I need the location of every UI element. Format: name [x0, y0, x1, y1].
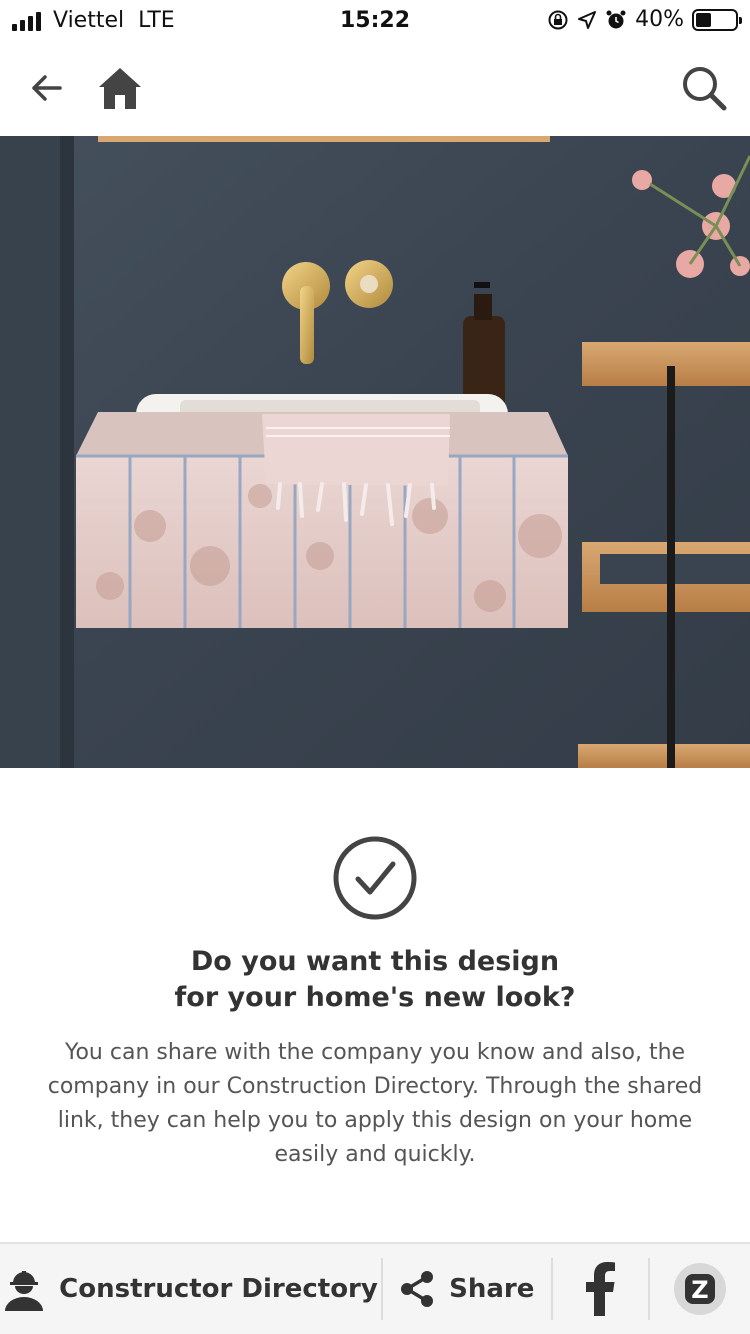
- battery-percent: 40%: [635, 7, 684, 32]
- battery-icon: [692, 8, 742, 31]
- facebook-icon: [586, 1262, 616, 1316]
- facebook-share-button[interactable]: [553, 1244, 649, 1334]
- search-button[interactable]: [676, 60, 732, 116]
- worker-icon: [5, 1271, 44, 1311]
- constructor-directory-label: Constructor Directory: [59, 1274, 378, 1304]
- design-prompt-section: Do you want this design for your home's …: [0, 768, 750, 1242]
- back-arrow-icon: [32, 75, 62, 101]
- share-label: Share: [449, 1274, 535, 1304]
- orientation-lock-icon: [548, 10, 568, 29]
- constructor-directory-button[interactable]: Constructor Directory: [0, 1244, 381, 1334]
- prompt-title-line-1: Do you want this design: [190, 946, 560, 977]
- share-icon: [401, 1271, 434, 1307]
- bathroom-sink-illustration: [0, 136, 750, 768]
- zalo-icon: Z: [674, 1263, 727, 1315]
- alarm-icon: [606, 10, 626, 28]
- status-right: 40%: [547, 7, 742, 32]
- status-bar: Viettel LTE 15:22 40%: [0, 0, 750, 40]
- home-button[interactable]: [92, 60, 148, 116]
- prompt-title: Do you want this design for your home's …: [100, 944, 650, 1016]
- prompt-description: You can share with the company you know …: [47, 1040, 703, 1167]
- back-button[interactable]: [18, 60, 74, 116]
- zalo-share-button[interactable]: Z: [650, 1244, 750, 1334]
- location-icon: [578, 10, 597, 29]
- zalo-letter: Z: [691, 1276, 708, 1304]
- search-icon: [683, 67, 727, 111]
- prompt-title-line-2: for your home's new look?: [174, 982, 576, 1013]
- home-icon: [99, 68, 141, 109]
- navigation-bar: [0, 40, 750, 136]
- design-photo: [0, 136, 750, 768]
- bottom-toolbar: Constructor Directory Share Z: [0, 1242, 750, 1334]
- checkmark-circle-icon: [333, 836, 417, 920]
- share-button[interactable]: Share: [383, 1244, 551, 1334]
